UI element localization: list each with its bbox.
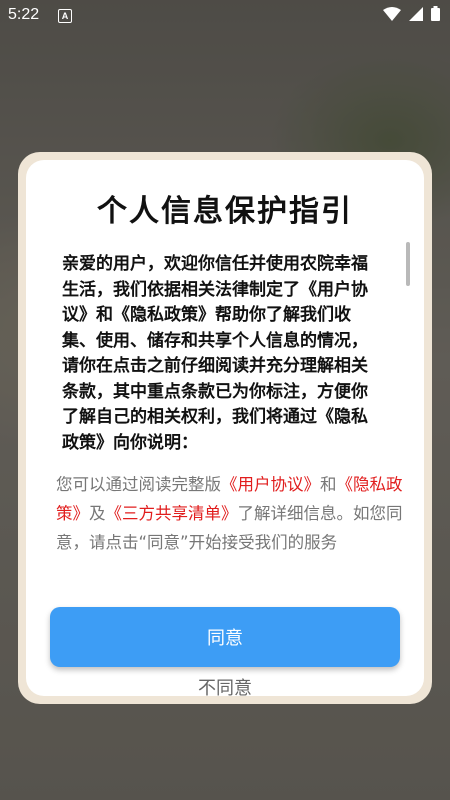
policy-scroll-area[interactable]: 亲爱的用户，欢迎你信任并使用农院幸福生活，我们依据相关法律制定了《用户协议》和《…	[62, 252, 384, 464]
disagree-button[interactable]: 不同意	[26, 674, 424, 700]
system-icons	[383, 6, 440, 21]
third-party-list-link[interactable]: 《三方共享清单》	[106, 504, 238, 523]
info-prefix: 您可以通过阅读完整版	[56, 475, 221, 494]
status-time: 5:22	[8, 6, 40, 23]
a-icon: A	[58, 9, 72, 23]
info-and: 和	[320, 475, 337, 494]
battery-icon	[431, 6, 440, 21]
user-agreement-link[interactable]: 《用户协议》	[221, 475, 320, 494]
wifi-icon	[383, 6, 401, 21]
dialog-title: 个人信息保护指引	[97, 194, 353, 229]
privacy-dialog-frame: 个人信息保护指引 亲爱的用户，欢迎你信任并使用农院幸福生活，我们依据相关法律制定…	[18, 152, 432, 704]
info-also: 及	[89, 504, 106, 523]
agree-button[interactable]: 同意	[50, 607, 400, 667]
status-bar: 5:22 A	[0, 0, 450, 32]
policy-body-text: 亲爱的用户，欢迎你信任并使用农院幸福生活，我们依据相关法律制定了《用户协议》和《…	[62, 254, 368, 453]
scrollbar-thumb[interactable]	[406, 242, 410, 286]
info-text: 您可以通过阅读完整版《用户协议》和《隐私政策》及《三方共享清单》了解详细信息。如…	[56, 470, 404, 557]
signal-icon	[409, 6, 423, 21]
privacy-dialog: 个人信息保护指引 亲爱的用户，欢迎你信任并使用农院幸福生活，我们依据相关法律制定…	[26, 160, 424, 699]
